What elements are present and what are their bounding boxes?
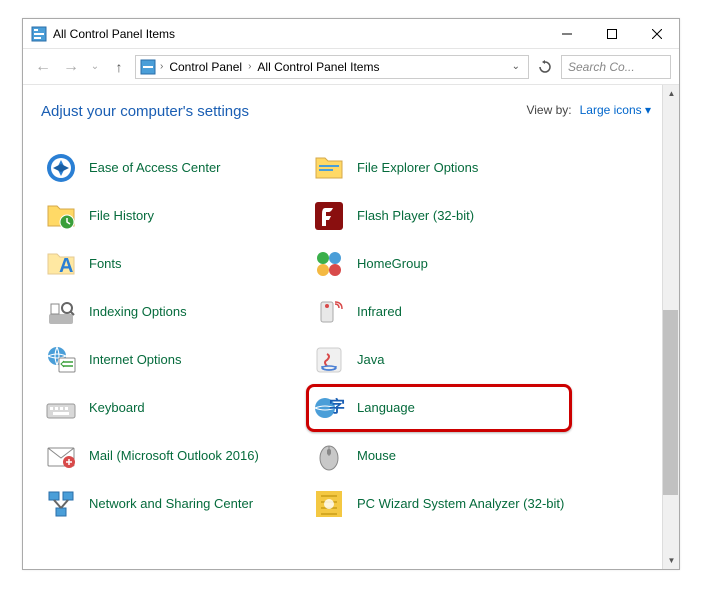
control-panel-item-network[interactable]: Network and Sharing Center <box>41 480 301 528</box>
mouse-icon <box>313 440 345 472</box>
breadcrumb-item[interactable]: All Control Panel Items <box>253 58 383 76</box>
item-label: Language <box>357 400 415 416</box>
up-button[interactable]: ↑ <box>107 55 131 79</box>
view-by-dropdown[interactable]: Large icons ▾ <box>580 103 651 117</box>
network-icon <box>45 488 77 520</box>
breadcrumb-item[interactable]: Control Panel <box>165 58 246 76</box>
search-input[interactable]: Search Co... <box>561 55 671 79</box>
fonts-icon: A <box>45 248 77 280</box>
svg-text:字: 字 <box>329 397 345 416</box>
scrollbar[interactable]: ▲ ▼ <box>662 85 679 569</box>
mail-icon <box>45 440 77 472</box>
item-label: Mouse <box>357 448 396 464</box>
breadcrumb-bar[interactable]: › Control Panel › All Control Panel Item… <box>135 55 529 79</box>
items-grid: Ease of Access Center File Explorer Optio… <box>41 144 679 528</box>
control-panel-item-homegroup[interactable]: HomeGroup <box>309 240 569 288</box>
item-label: File Explorer Options <box>357 160 478 176</box>
refresh-button[interactable] <box>533 55 557 79</box>
control-panel-item-internet-options[interactable]: Internet Options <box>41 336 301 384</box>
titlebar-left: All Control Panel Items <box>31 26 175 42</box>
item-label: Keyboard <box>89 400 145 416</box>
item-label: Ease of Access Center <box>89 160 221 176</box>
item-label: Java <box>357 352 384 368</box>
scroll-down-button[interactable]: ▼ <box>663 552 680 569</box>
item-label: Mail (Microsoft Outlook 2016) <box>89 448 259 464</box>
item-label: Internet Options <box>89 352 182 368</box>
window-title: All Control Panel Items <box>53 27 175 41</box>
control-panel-item-language[interactable]: 字 Language <box>306 384 572 432</box>
item-label: File History <box>89 208 154 224</box>
close-button[interactable] <box>634 19 679 48</box>
pc-wizard-icon <box>313 488 345 520</box>
control-panel-window: All Control Panel Items ← → ⌄ ↑ › Contro… <box>22 18 680 570</box>
breadcrumb-dropdown[interactable]: ⌄ <box>508 59 524 74</box>
window-controls <box>544 19 679 48</box>
infrared-icon <box>313 296 345 328</box>
item-label: HomeGroup <box>357 256 428 272</box>
control-panel-icon <box>31 26 47 42</box>
view-by-label: View by: <box>526 103 571 117</box>
item-label: Infrared <box>357 304 402 320</box>
content-area: Adjust your computer's settings View by:… <box>23 85 679 569</box>
item-label: Indexing Options <box>89 304 187 320</box>
language-icon: 字 <box>313 392 345 424</box>
item-label: Flash Player (32-bit) <box>357 208 474 224</box>
item-label: Network and Sharing Center <box>89 496 253 512</box>
flash-player-icon <box>313 200 345 232</box>
back-button[interactable]: ← <box>31 55 55 79</box>
forward-button[interactable]: → <box>59 55 83 79</box>
control-panel-item-java[interactable]: Java <box>309 336 569 384</box>
file-explorer-options-icon <box>313 152 345 184</box>
ease-of-access-icon <box>45 152 77 184</box>
control-panel-item-ease-of-access[interactable]: Ease of Access Center <box>41 144 301 192</box>
control-panel-item-fonts[interactable]: A Fonts <box>41 240 301 288</box>
chevron-right-icon: › <box>248 61 251 72</box>
view-by-control: View by: Large icons ▾ <box>526 103 651 117</box>
java-icon <box>313 344 345 376</box>
file-history-icon <box>45 200 77 232</box>
control-panel-item-file-history[interactable]: File History <box>41 192 301 240</box>
homegroup-icon <box>313 248 345 280</box>
control-panel-item-keyboard[interactable]: Keyboard <box>41 384 301 432</box>
control-panel-item-file-explorer-options[interactable]: File Explorer Options <box>309 144 569 192</box>
control-panel-item-infrared[interactable]: Infrared <box>309 288 569 336</box>
control-panel-item-flash-player[interactable]: Flash Player (32-bit) <box>309 192 569 240</box>
control-panel-item-indexing[interactable]: Indexing Options <box>41 288 301 336</box>
item-label: Fonts <box>89 256 122 272</box>
scrollbar-thumb[interactable] <box>663 310 678 495</box>
control-panel-item-pc-wizard[interactable]: PC Wizard System Analyzer (32-bit) <box>309 480 569 528</box>
titlebar: All Control Panel Items <box>23 19 679 49</box>
item-label: PC Wizard System Analyzer (32-bit) <box>357 496 564 512</box>
control-panel-icon <box>140 59 156 75</box>
control-panel-item-mail[interactable]: Mail (Microsoft Outlook 2016) <box>41 432 301 480</box>
history-dropdown[interactable]: ⌄ <box>87 55 103 79</box>
navbar: ← → ⌄ ↑ › Control Panel › All Control Pa… <box>23 49 679 85</box>
chevron-right-icon: › <box>160 61 163 72</box>
indexing-icon <box>45 296 77 328</box>
control-panel-item-mouse[interactable]: Mouse <box>309 432 569 480</box>
internet-options-icon <box>45 344 77 376</box>
maximize-button[interactable] <box>589 19 634 48</box>
keyboard-icon <box>45 392 77 424</box>
minimize-button[interactable] <box>544 19 589 48</box>
svg-text:A: A <box>59 255 73 277</box>
scroll-up-button[interactable]: ▲ <box>663 85 680 102</box>
